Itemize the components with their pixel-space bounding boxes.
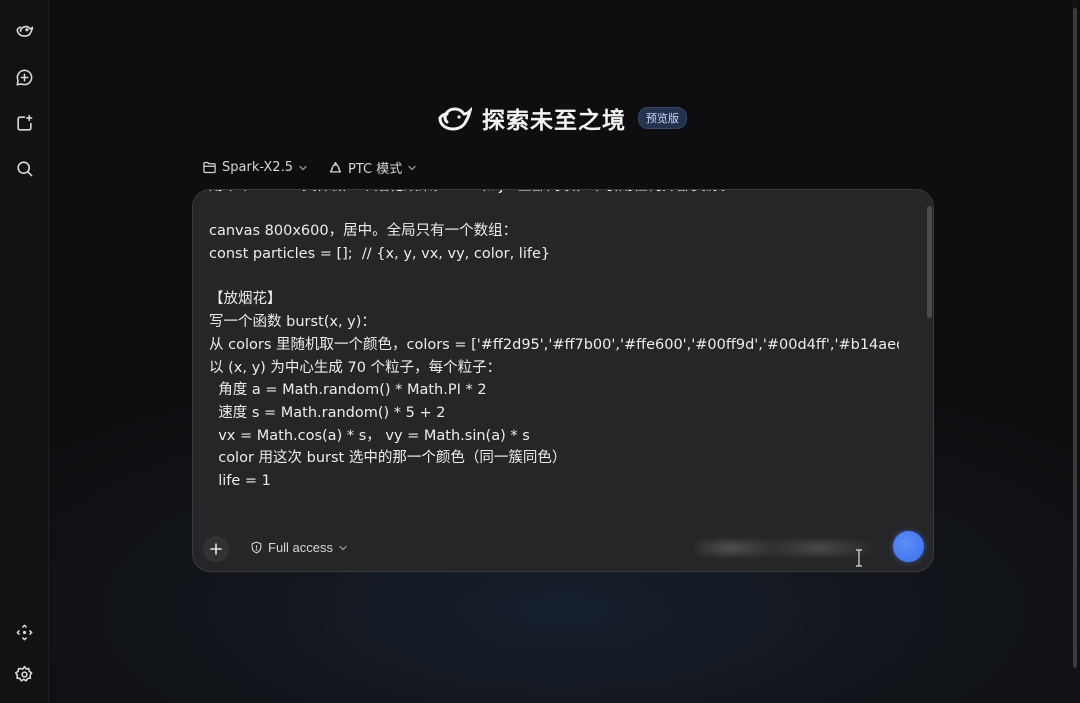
preview-badge: 预览版 [638, 107, 687, 129]
add-attachment-button[interactable] [203, 536, 229, 562]
mode-selector[interactable]: PTC 模式 [328, 158, 417, 177]
recycle-icon [329, 161, 342, 173]
prompt-line: life = 1 [209, 472, 271, 489]
prompt-line: canvas 800x600，居中。全局只有一个数组： [209, 223, 518, 240]
prompt-line: 速度 s = Math.random() * 5 + 2 [209, 404, 446, 421]
search-icon[interactable] [8, 152, 40, 184]
settings-icon[interactable] [8, 658, 40, 690]
access-label: Full access [268, 540, 334, 555]
prompt-line [209, 198, 899, 221]
prompt-line [209, 266, 899, 289]
prompt-line: 写一个函数 burst(x, y)： [209, 314, 376, 331]
hero-title: 探索未至之境 [482, 108, 626, 134]
chevron-down-icon [299, 165, 307, 170]
prompt-line: 角度 a = Math.random() * Math.PI * 2 [209, 382, 487, 399]
prompt-line: 用单个 HTML 文件做一个烟花效果，CSS 和 JS 全部内联，不引用任何外部… [209, 190, 899, 198]
whale-logo-icon [438, 104, 472, 132]
prompt-textarea[interactable]: 用单个 HTML 文件做一个烟花效果，CSS 和 JS 全部内联，不引用任何外部… [209, 190, 899, 520]
prompt-line: 从 colors 里随机取一个颜色，colors = ['#ff2d95','#… [209, 336, 899, 353]
shield-icon [251, 541, 262, 554]
whale-logo-icon[interactable] [8, 14, 40, 46]
prompt-composer[interactable]: 用单个 HTML 文件做一个烟花效果，CSS 和 JS 全部内联，不引用任何外部… [192, 189, 934, 572]
prompt-line: 【放烟花】 [209, 291, 282, 308]
sidebar [0, 0, 49, 703]
prompt-line: const particles = []; // {x, y, vx, vy, … [209, 246, 551, 263]
composer-scrollbar[interactable] [925, 204, 933, 496]
hero-header: 探索未至之境 预览版 [438, 100, 687, 136]
selector-bar: Spark-X2.5 PTC 模式 [202, 158, 417, 177]
prompt-line: vx = Math.cos(a) * s， vy = Math.sin(a) *… [209, 427, 530, 444]
mode-label: PTC 模式 [347, 162, 403, 177]
access-selector[interactable]: Full access [250, 540, 348, 555]
model-label: Spark-X2.5 [222, 160, 293, 175]
plus-icon [210, 543, 222, 555]
main-area: 探索未至之境 预览版 Spark-X2.5 PTC 模式 用单个 HTML 文件… [49, 0, 1080, 703]
folder-icon [203, 161, 216, 174]
prompt-line: 以 (x, y) 为中心生成 70 个粒子，每个粒子： [209, 359, 502, 376]
new-tab-icon[interactable] [8, 107, 40, 139]
prompt-line: color 用这次 burst 选中的那一个颜色（同一簇同色） [209, 450, 567, 467]
text-cursor-icon [856, 549, 862, 567]
new-chat-icon[interactable] [8, 61, 40, 93]
chevron-down-icon [339, 545, 347, 550]
model-selector[interactable]: Spark-X2.5 [202, 160, 308, 175]
chevron-down-icon [408, 165, 416, 170]
send-button[interactable] [893, 531, 924, 562]
blurred-status-area [693, 541, 873, 555]
page-scrollbar[interactable] [1072, 0, 1078, 703]
move-icon[interactable] [8, 616, 40, 648]
